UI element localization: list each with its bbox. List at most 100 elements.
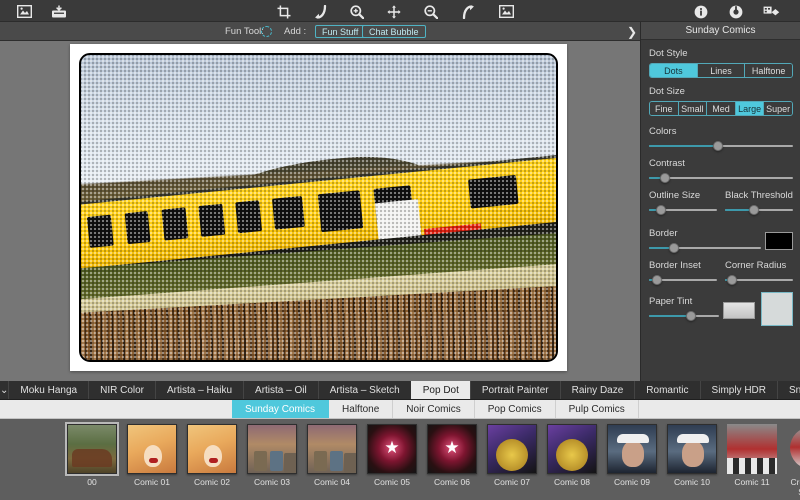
info-icon[interactable] xyxy=(692,3,709,20)
paper-tint-slider-thumb[interactable] xyxy=(686,311,696,321)
photo-frame[interactable] xyxy=(70,44,567,371)
dot-size-option-super[interactable]: Super xyxy=(764,102,792,115)
tab-moku-hanga[interactable]: Moku Hanga xyxy=(8,381,88,399)
outline-size-slider-thumb[interactable] xyxy=(656,205,666,215)
thumbnail-item[interactable]: Comic 09 xyxy=(602,424,662,488)
disclosure-chevron-icon[interactable]: ⌄ xyxy=(0,381,8,399)
crop-icon[interactable] xyxy=(275,3,292,20)
thumbnail-image[interactable] xyxy=(787,424,800,474)
power-icon[interactable] xyxy=(727,3,744,20)
save-disk-icon[interactable] xyxy=(50,3,67,20)
outline-size-slider[interactable] xyxy=(649,205,717,215)
black-threshold-label: Black Threshold xyxy=(725,190,793,201)
thumbnail-item[interactable]: Comic 08 xyxy=(542,424,602,488)
paper-tint-large-swatch[interactable] xyxy=(761,292,793,326)
colors-slider-thumb[interactable] xyxy=(713,141,723,151)
undo-curve-icon[interactable] xyxy=(312,3,329,20)
dot-size-option-small[interactable]: Small xyxy=(679,102,708,115)
thumbnail-item[interactable]: Comic 01 xyxy=(122,424,182,488)
dot-size-label: Dot Size xyxy=(649,86,793,97)
thumbnail-item[interactable]: Crop Photo Square xyxy=(782,424,800,498)
border-inset-control: Border Inset xyxy=(649,260,717,285)
tab-romantic[interactable]: Romantic xyxy=(634,381,699,399)
edited-photo xyxy=(79,53,558,362)
border-color-swatch[interactable] xyxy=(765,232,793,250)
dot-size-option-large[interactable]: Large xyxy=(736,102,765,115)
chevron-right-icon[interactable]: ❯ xyxy=(625,24,639,39)
subtab-pulp-comics[interactable]: Pulp Comics xyxy=(556,400,639,418)
thumbnail-image[interactable] xyxy=(67,424,117,474)
border-inset-slider[interactable] xyxy=(649,275,717,285)
thumbnail-item[interactable]: Comic 02 xyxy=(182,424,242,488)
zoom-in-icon[interactable] xyxy=(348,3,365,20)
fun-tool-dial-icon[interactable] xyxy=(261,26,272,37)
redo-curve-icon[interactable] xyxy=(460,3,477,20)
dot-size-option-fine[interactable]: Fine xyxy=(650,102,679,115)
paper-tint-small-swatch[interactable] xyxy=(723,302,755,319)
filter-category-tabs: ⌄ Moku Hanga NIR Color Artista – Haiku A… xyxy=(0,381,800,400)
thumbnail-item[interactable]: Comic 11 xyxy=(722,424,782,488)
thumbnail-image[interactable] xyxy=(127,424,177,474)
move-icon[interactable] xyxy=(385,3,402,20)
thumbnail-image[interactable] xyxy=(667,424,717,474)
corner-radius-control: Corner Radius xyxy=(725,260,793,285)
border-inset-slider-thumb[interactable] xyxy=(652,275,662,285)
thumbnail-item[interactable]: Comic 05 xyxy=(362,424,422,488)
thumbnail-image[interactable] xyxy=(607,424,657,474)
subtab-pop-comics[interactable]: Pop Comics xyxy=(475,400,556,418)
thumbnail-image[interactable] xyxy=(187,424,237,474)
border-label: Border xyxy=(649,228,761,239)
fit-image-icon[interactable] xyxy=(498,3,515,20)
contrast-slider-thumb[interactable] xyxy=(660,173,670,183)
zoom-out-icon[interactable] xyxy=(422,3,439,20)
thumbnail-item[interactable]: Comic 10 xyxy=(662,424,722,488)
subtab-noir-comics[interactable]: Noir Comics xyxy=(393,400,474,418)
black-threshold-slider-thumb[interactable] xyxy=(749,205,759,215)
border-slider[interactable] xyxy=(649,243,761,253)
thumbnail-image[interactable] xyxy=(727,424,777,474)
colors-slider[interactable] xyxy=(649,141,793,151)
dot-size-segmented[interactable]: Fine Small Med Large Super xyxy=(649,101,793,116)
thumbnail-image[interactable] xyxy=(247,424,297,474)
black-threshold-slider[interactable] xyxy=(725,205,793,215)
tab-nir-color[interactable]: NIR Color xyxy=(88,381,155,399)
fun-stuff-button[interactable]: Fun Stuff xyxy=(315,25,365,38)
thumbnail-image[interactable] xyxy=(307,424,357,474)
tab-pop-dot[interactable]: Pop Dot xyxy=(411,381,470,399)
corner-radius-slider-thumb[interactable] xyxy=(727,275,737,285)
tab-artista-haiku[interactable]: Artista – Haiku xyxy=(155,381,243,399)
tab-artista-sketch[interactable]: Artista – Sketch xyxy=(318,381,411,399)
thumbnail-item[interactable]: Comic 06 xyxy=(422,424,482,488)
tab-portrait-painter[interactable]: Portrait Painter xyxy=(470,381,560,399)
image-frame-icon[interactable] xyxy=(16,3,33,20)
contrast-slider[interactable] xyxy=(649,173,793,183)
thumbnail-label: Comic 07 xyxy=(494,478,530,488)
dot-style-segmented[interactable]: Dots Lines Halftone xyxy=(649,63,793,78)
chat-bubble-button[interactable]: Chat Bubble xyxy=(362,25,426,38)
fun-tool-label: Fun Tool: xyxy=(225,26,264,37)
subtab-halftone[interactable]: Halftone xyxy=(329,400,393,418)
dot-style-option-lines[interactable]: Lines xyxy=(698,64,746,77)
tab-artista-oil[interactable]: Artista – Oil xyxy=(243,381,318,399)
border-slider-thumb[interactable] xyxy=(669,243,679,253)
thumbnail-item[interactable]: Comic 04 xyxy=(302,424,362,488)
dot-size-option-med[interactable]: Med xyxy=(707,102,736,115)
subtab-sunday-comics[interactable]: Sunday Comics xyxy=(232,400,329,418)
thumbnail-item[interactable]: Comic 07 xyxy=(482,424,542,488)
thumbnail-image[interactable] xyxy=(427,424,477,474)
presets-icon[interactable] xyxy=(763,3,780,20)
thumbnail-item[interactable]: 00 xyxy=(62,424,122,488)
tab-snow-daze[interactable]: Snow Daze xyxy=(777,381,800,399)
preset-thumbnail-strip[interactable]: 00 Comic 01 Comic 02 Comic 03 Comic 04 C… xyxy=(0,419,800,500)
thumbnail-image[interactable] xyxy=(367,424,417,474)
dot-style-option-dots[interactable]: Dots xyxy=(650,64,698,77)
thumbnail-item[interactable]: Comic 03 xyxy=(242,424,302,488)
corner-radius-slider[interactable] xyxy=(725,275,793,285)
thumbnail-image[interactable] xyxy=(547,424,597,474)
outline-size-control: Outline Size xyxy=(649,190,717,215)
paper-tint-slider[interactable] xyxy=(649,311,719,321)
tab-rainy-daze[interactable]: Rainy Daze xyxy=(560,381,635,399)
tab-simply-hdr[interactable]: Simply HDR xyxy=(700,381,777,399)
thumbnail-image[interactable] xyxy=(487,424,537,474)
dot-style-option-halftone[interactable]: Halftone xyxy=(745,64,792,77)
